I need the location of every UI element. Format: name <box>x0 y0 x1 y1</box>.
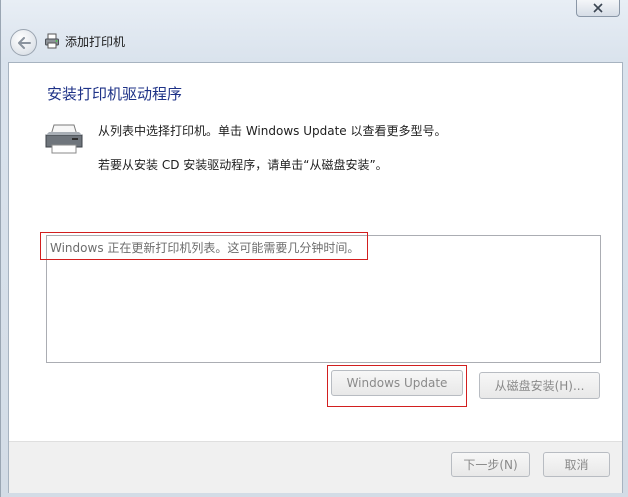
instruction-text-cd: 若要从安装 CD 安装驱动程序，请单击“从磁盘安装”。 <box>98 158 388 172</box>
highlight-box <box>40 232 368 260</box>
wizard-panel: 安装打印机驱动程序 从列表中选择打印机。单击 Windows Update 以查… <box>8 62 623 493</box>
back-button[interactable] <box>10 29 37 56</box>
printer-icon <box>45 124 83 154</box>
have-disk-button[interactable]: 从磁盘安装(H)... <box>479 372 600 399</box>
close-icon <box>593 3 603 13</box>
cancel-button[interactable]: 取消 <box>543 452 610 477</box>
printer-icon <box>45 33 59 49</box>
page-title: 安装打印机驱动程序 <box>47 85 183 103</box>
footer-bar <box>9 441 622 493</box>
window-title: 添加打印机 <box>65 35 126 49</box>
back-arrow-icon <box>17 36 31 49</box>
highlight-box <box>327 365 467 407</box>
next-button[interactable]: 下一步(N) <box>451 452 530 477</box>
instruction-text: 从列表中选择打印机。单击 Windows Update 以查看更多型号。 <box>98 124 447 138</box>
close-button[interactable] <box>576 0 620 17</box>
window-frame: 添加打印机 安装打印机驱动程序 从列表中选择打印机。单击 Windows Upd… <box>0 0 628 497</box>
